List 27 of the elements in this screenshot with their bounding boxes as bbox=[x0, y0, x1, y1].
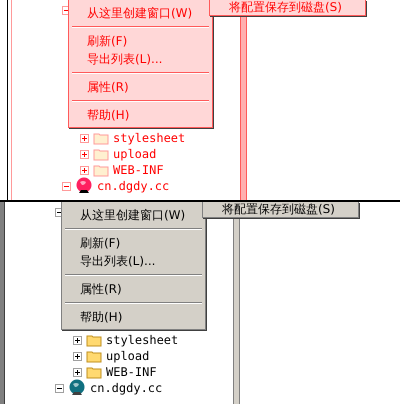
tree-item[interactable]: upload bbox=[113, 147, 156, 161]
expand-icon[interactable] bbox=[73, 336, 82, 344]
expand-icon[interactable] bbox=[73, 352, 82, 360]
folder-icon bbox=[93, 147, 109, 161]
tree-item[interactable]: stylesheet bbox=[106, 333, 178, 347]
folder-icon bbox=[93, 131, 109, 145]
menu-item[interactable]: 刷新(F) bbox=[64, 234, 203, 252]
tree-item[interactable]: upload bbox=[106, 349, 150, 363]
folder-icon bbox=[93, 163, 109, 177]
tree-item[interactable]: cn.dgdy.cc bbox=[90, 381, 162, 395]
submenu-item[interactable]: 将配置保存到磁盘(S) bbox=[202, 202, 359, 218]
collapse-icon[interactable] bbox=[55, 384, 64, 392]
menu-item[interactable]: 帮助(H) bbox=[64, 308, 203, 326]
tree-item[interactable]: cn.dgdy.cc bbox=[97, 179, 170, 193]
menu-item[interactable]: 属性(R) bbox=[64, 280, 203, 298]
tree-item[interactable]: WEB-INF bbox=[106, 365, 157, 379]
folder-icon bbox=[86, 333, 102, 347]
folder-icon bbox=[86, 349, 102, 363]
tree-item[interactable]: stylesheet bbox=[113, 131, 186, 145]
menu-item[interactable]: 从这里创建窗口(W) bbox=[64, 206, 203, 224]
globe-icon bbox=[75, 177, 93, 195]
globe-icon bbox=[68, 379, 86, 397]
menu-item[interactable]: 导出列表(L)... bbox=[64, 252, 203, 270]
pane-splitter[interactable] bbox=[233, 219, 240, 404]
folder-icon bbox=[86, 365, 102, 379]
expand-icon[interactable] bbox=[73, 368, 82, 376]
tree-item[interactable]: WEB-INF bbox=[113, 163, 164, 177]
